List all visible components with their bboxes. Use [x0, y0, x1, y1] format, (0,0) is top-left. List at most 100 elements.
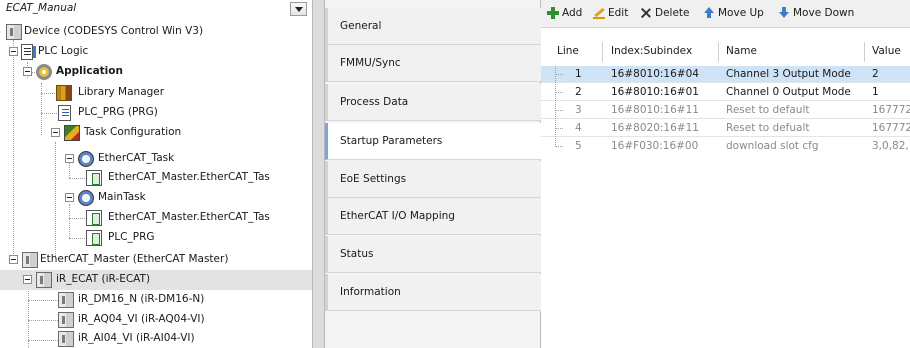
delete-icon: [640, 7, 652, 19]
device-editor-tabs: General FMMU/Sync Process Data Startup P…: [325, 0, 542, 348]
tree-item-label: PLC_PRG: [108, 231, 155, 243]
tree-item-plc-logic[interactable]: PLC Logic: [0, 42, 312, 62]
cell-value: 3,0,82,: [872, 140, 909, 152]
tree-item-ethercat-master[interactable]: EtherCAT_Master (EtherCAT Master): [0, 250, 312, 270]
column-header[interactable]: Name: [726, 45, 757, 57]
edit-button[interactable]: Edit: [593, 6, 635, 22]
cell-value: 167772: [872, 104, 910, 116]
cell-index: 16#8010:16#11: [611, 104, 699, 116]
edit-icon: [593, 7, 605, 19]
tree-item-label: Library Manager: [78, 86, 165, 98]
tree-item-application[interactable]: Application: [0, 62, 312, 82]
cell-index: 16#8010:16#04: [611, 68, 699, 80]
tab-status[interactable]: Status: [325, 236, 541, 273]
tab-label: Startup Parameters: [340, 135, 443, 147]
collapse-icon[interactable]: [9, 255, 18, 264]
tree-item-label: Task Configuration: [84, 126, 182, 138]
arrow-down-icon: [778, 7, 790, 19]
pou-icon: [58, 105, 71, 121]
tree-item-ir-dm16-n[interactable]: iR_DM16_N (iR-DM16-N): [0, 290, 312, 310]
dropdown-arrow-icon[interactable]: [290, 2, 307, 16]
tree-item-label: Device (CODESYS Control Win V3): [24, 25, 204, 37]
table-row[interactable]: 1 16#8010:16#04 Channel 3 Output Mode 2: [541, 66, 910, 83]
startup-parameters-panel: Add Edit Delete Move Up Move Down Line I…: [541, 0, 910, 348]
tab-eoe-settings[interactable]: EoE Settings: [325, 161, 541, 198]
column-separator[interactable]: [602, 42, 603, 62]
tab-startup-parameters[interactable]: Startup Parameters: [325, 123, 542, 160]
table-row[interactable]: 3 16#8010:16#11 Reset to default 167772: [541, 102, 910, 119]
tab-process-data[interactable]: Process Data: [325, 84, 541, 121]
device-icon: [6, 24, 22, 40]
tree-item-ethercat-task-call[interactable]: EtherCAT_Master.EtherCAT_Tas: [0, 168, 312, 188]
cell-line: 1: [575, 68, 582, 80]
tree-item-label: Application: [56, 65, 123, 77]
collapse-icon[interactable]: [65, 154, 74, 163]
tab-ethercat-io-mapping[interactable]: EtherCAT I/O Mapping: [325, 198, 541, 235]
task-icon: [78, 151, 94, 167]
cell-index: 16#8020:16#11: [611, 122, 699, 134]
arrow-up-icon: [703, 7, 715, 19]
add-label: Add: [562, 7, 583, 19]
collapse-icon[interactable]: [23, 275, 32, 284]
tree-item-label: PLC Logic: [38, 45, 89, 57]
device-icon: [22, 252, 38, 268]
tree-item-label: iR_AQ04_VI (iR-AQ04-VI): [78, 313, 205, 325]
cell-line: 4: [575, 122, 582, 134]
table-row[interactable]: 2 16#8010:16#01 Channel 0 Output Mode 1: [541, 84, 910, 101]
cell-line: 5: [575, 140, 582, 152]
cell-index: 16#F030:16#00: [611, 140, 699, 152]
table-header: Line Index:Subindex Name Value: [541, 42, 910, 62]
tab-label: EtherCAT I/O Mapping: [340, 210, 455, 222]
collapse-icon[interactable]: [51, 128, 60, 137]
cell-value: 167772: [872, 122, 910, 134]
cell-name: Reset to default: [726, 104, 810, 116]
tree-item-ethercat-task[interactable]: EtherCAT_Task: [0, 149, 312, 169]
tree-item-library-manager[interactable]: Library Manager: [0, 83, 312, 103]
tree-item-label: iR_ECAT (iR-ECAT): [56, 273, 151, 285]
plc-logic-icon: [21, 44, 36, 60]
application-gear-icon: [36, 64, 52, 80]
row-guide: [555, 110, 563, 111]
table-row[interactable]: 4 16#8020:16#11 Reset to defualt 167772: [541, 120, 910, 137]
tab-fmmu-sync[interactable]: FMMU/Sync: [325, 45, 541, 82]
task-icon: [78, 190, 94, 206]
column-header[interactable]: Line: [557, 45, 579, 57]
delete-button[interactable]: Delete: [640, 6, 696, 22]
table-row[interactable]: 5 16#F030:16#00 download slot cfg 3,0,82…: [541, 138, 910, 155]
tree-item-label: iR_AI04_VI (iR-AI04-VI): [78, 332, 195, 344]
tree-item-maintask[interactable]: MainTask: [0, 188, 312, 208]
tab-general[interactable]: General: [325, 8, 541, 45]
tree-item-plc-prg[interactable]: PLC_PRG (PRG): [0, 103, 312, 123]
cell-name: Reset to defualt: [726, 122, 810, 134]
tree-item-device[interactable]: Device (CODESYS Control Win V3): [0, 22, 312, 42]
tree-item-label: EtherCAT_Master.EtherCAT_Tas: [108, 211, 270, 223]
move-down-button[interactable]: Move Down: [778, 6, 860, 22]
tree-item-ir-ecat[interactable]: iR_ECAT (iR-ECAT): [0, 270, 312, 290]
tab-label: General: [340, 20, 382, 32]
column-separator[interactable]: [864, 42, 865, 62]
program-call-icon: [86, 230, 102, 246]
row-guide: [555, 146, 563, 147]
tree-item-maintask-ethercat-call[interactable]: EtherCAT_Master.EtherCAT_Tas: [0, 208, 312, 228]
column-separator[interactable]: [718, 42, 719, 62]
collapse-icon[interactable]: [9, 47, 18, 56]
pane-splitter[interactable]: [312, 0, 325, 348]
collapse-icon[interactable]: [23, 67, 32, 76]
tree-item-maintask-plc-prg-call[interactable]: PLC_PRG: [0, 228, 312, 248]
tab-label: Process Data: [340, 96, 409, 108]
row-guide: [555, 92, 563, 93]
tree-item-ir-aq04-vi[interactable]: iR_AQ04_VI (iR-AQ04-VI): [0, 310, 312, 330]
column-header[interactable]: Index:Subindex: [611, 45, 692, 57]
tab-information[interactable]: Information: [325, 274, 541, 311]
move-up-button[interactable]: Move Up: [703, 6, 771, 22]
tree-item-label: EtherCAT_Task: [98, 152, 175, 164]
program-call-icon: [86, 170, 102, 186]
collapse-icon[interactable]: [65, 193, 74, 202]
tree-item-ir-ai04-vi[interactable]: iR_AI04_VI (iR-AI04-VI): [0, 329, 312, 348]
cell-index: 16#8010:16#01: [611, 86, 699, 98]
project-selector[interactable]: ECAT_Manual: [0, 0, 312, 18]
tree-item-task-configuration[interactable]: Task Configuration: [0, 123, 312, 143]
tree-item-label: PLC_PRG (PRG): [78, 106, 158, 118]
add-button[interactable]: Add: [547, 6, 587, 22]
column-header[interactable]: Value: [872, 45, 901, 57]
